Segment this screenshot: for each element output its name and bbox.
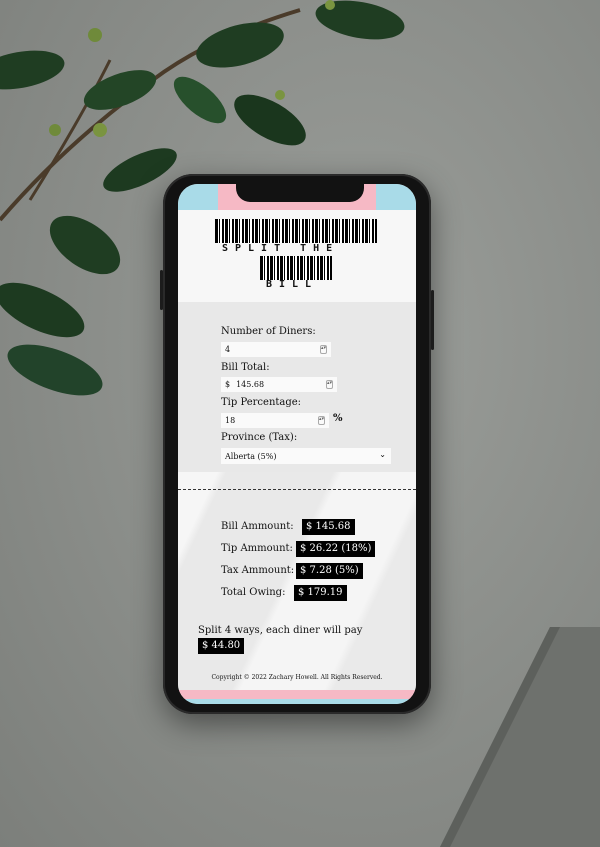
phone-side-button [160, 270, 163, 310]
percent-icon: % [333, 413, 343, 424]
copyright-footer: Copyright © 2022 Zachary Howell. All Rig… [211, 674, 383, 681]
stepper-icon[interactable]: ▴▾ [320, 345, 327, 354]
tip-percentage-input[interactable]: 18 ▴▾ [221, 413, 329, 428]
phone-notch [236, 180, 364, 202]
province-label: Province (Tax): [221, 432, 298, 443]
bill-amount-label: Bill Ammount: [221, 521, 294, 532]
total-owing-label: Total Owing: [221, 587, 286, 598]
chevron-down-icon: ⌄ [379, 450, 386, 459]
app-title-line2: BILL [266, 279, 319, 290]
split-amount-badge: $ 44.80 [198, 638, 245, 654]
tip-amount-label: Tip Ammount: [221, 543, 293, 554]
bill-total-label: Bill Total: [221, 362, 270, 373]
diners-input[interactable]: 4 ▴▾ [221, 342, 331, 357]
bill-total-input[interactable]: $ 145.68 ▴▾ [221, 377, 337, 392]
barcode-graphic [260, 256, 332, 280]
barcode-graphic [215, 219, 377, 243]
tax-amount-badge: $ 7.28 (5%) [296, 563, 363, 579]
bottom-color-bar [178, 690, 416, 704]
bill-total-value: 145.68 [236, 380, 265, 389]
phone-screen: SPLIT THE BILL Number of Diners: 4 ▴▾ Bi… [178, 184, 416, 704]
divider [178, 489, 416, 490]
bill-amount-badge: $ 145.68 [302, 519, 355, 535]
tip-amount-badge: $ 26.22 (18%) [296, 541, 376, 557]
total-owing-badge: $ 179.19 [294, 585, 347, 601]
stepper-icon[interactable]: ▴▾ [318, 416, 325, 425]
phone-side-button [431, 290, 434, 350]
app-title-line1: SPLIT THE [222, 243, 340, 254]
diners-label: Number of Diners: [221, 326, 316, 337]
province-value: Alberta (5%) [225, 451, 277, 461]
tax-amount-label: Tax Ammount: [221, 565, 295, 576]
tip-percentage-value: 18 [225, 416, 236, 425]
diners-value: 4 [225, 345, 231, 354]
currency-symbol: $ [225, 380, 231, 389]
province-select[interactable]: Alberta (5%) ⌄ [221, 448, 391, 464]
tip-percentage-label: Tip Percentage: [221, 397, 302, 408]
split-text: Split 4 ways, each diner will pay [198, 625, 363, 636]
stepper-icon[interactable]: ▴▾ [326, 380, 333, 389]
